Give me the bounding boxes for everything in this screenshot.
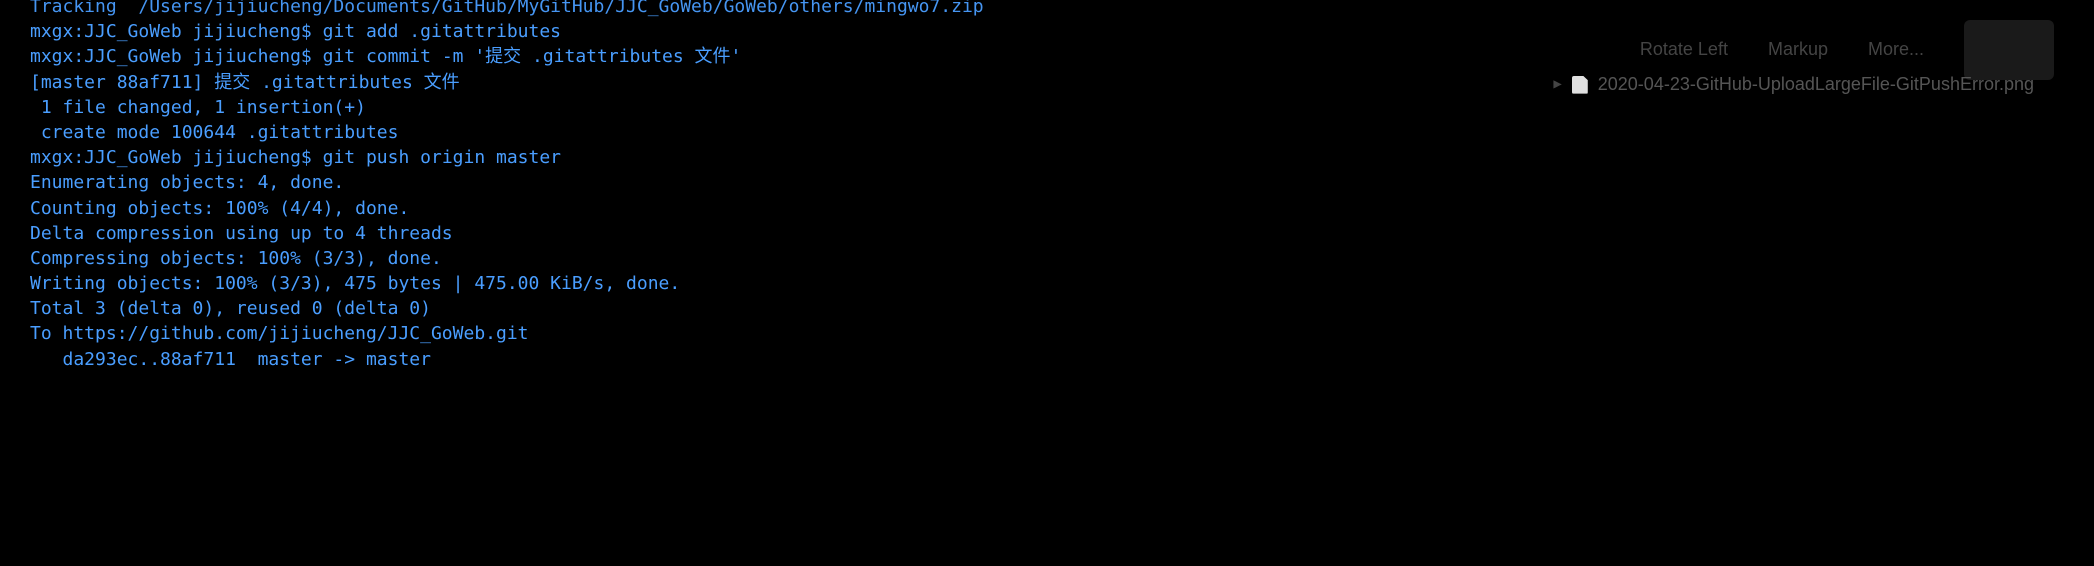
command-text: git push origin master	[323, 147, 561, 168]
terminal-line: 1 file changed, 1 insertion(+)	[30, 95, 2074, 120]
prompt-text: mxgx:JJC_GoWeb jijiucheng$	[30, 21, 323, 42]
command-text: git commit -m '提交 .gitattributes 文件'	[323, 46, 742, 67]
output-text: Counting objects: 100% (4/4), done.	[30, 198, 409, 219]
output-text: Enumerating objects: 4, done.	[30, 172, 344, 193]
terminal-line: Compressing objects: 100% (3/3), done.	[30, 246, 2074, 271]
output-text: [master 88af711] 提交 .gitattributes 文件	[30, 72, 460, 93]
terminal-line: mxgx:JJC_GoWeb jijiucheng$ git add .gita…	[30, 19, 2074, 44]
terminal-line: create mode 100644 .gitattributes	[30, 120, 2074, 145]
output-text: 1 file changed, 1 insertion(+)	[30, 97, 366, 118]
terminal-line: mxgx:JJC_GoWeb jijiucheng$ git commit -m…	[30, 44, 2074, 69]
output-text: create mode 100644 .gitattributes	[30, 122, 398, 143]
terminal-line: da293ec..88af711 master -> master	[30, 347, 2074, 372]
terminal-line: Writing objects: 100% (3/3), 475 bytes |…	[30, 271, 2074, 296]
terminal-line: Counting objects: 100% (4/4), done.	[30, 196, 2074, 221]
terminal-line: Total 3 (delta 0), reused 0 (delta 0)	[30, 296, 2074, 321]
terminal-lines-container: mxgx:JJC_GoWeb jijiucheng$ git add .gita…	[30, 19, 2074, 372]
output-text: To https://github.com/jijiucheng/JJC_GoW…	[30, 323, 529, 344]
output-text: Writing objects: 100% (3/3), 475 bytes |…	[30, 273, 680, 294]
output-text: da293ec..88af711 master -> master	[30, 349, 431, 370]
terminal-line: [master 88af711] 提交 .gitattributes 文件	[30, 70, 2074, 95]
output-text: Delta compression using up to 4 threads	[30, 223, 453, 244]
output-text: Total 3 (delta 0), reused 0 (delta 0)	[30, 298, 431, 319]
prompt-text: mxgx:JJC_GoWeb jijiucheng$	[30, 147, 323, 168]
terminal-line: To https://github.com/jijiucheng/JJC_GoW…	[30, 321, 2074, 346]
output-text: Compressing objects: 100% (3/3), done.	[30, 248, 442, 269]
terminal-line: Delta compression using up to 4 threads	[30, 221, 2074, 246]
terminal-line-cut: Tracking /Users/jijiucheng/Documents/Git…	[30, 0, 2074, 19]
prompt-text: mxgx:JJC_GoWeb jijiucheng$	[30, 46, 323, 67]
terminal-window[interactable]: Tracking /Users/jijiucheng/Documents/Git…	[0, 0, 2094, 372]
terminal-line: mxgx:JJC_GoWeb jijiucheng$ git push orig…	[30, 145, 2074, 170]
command-text: git add .gitattributes	[323, 21, 561, 42]
terminal-line: Enumerating objects: 4, done.	[30, 170, 2074, 195]
